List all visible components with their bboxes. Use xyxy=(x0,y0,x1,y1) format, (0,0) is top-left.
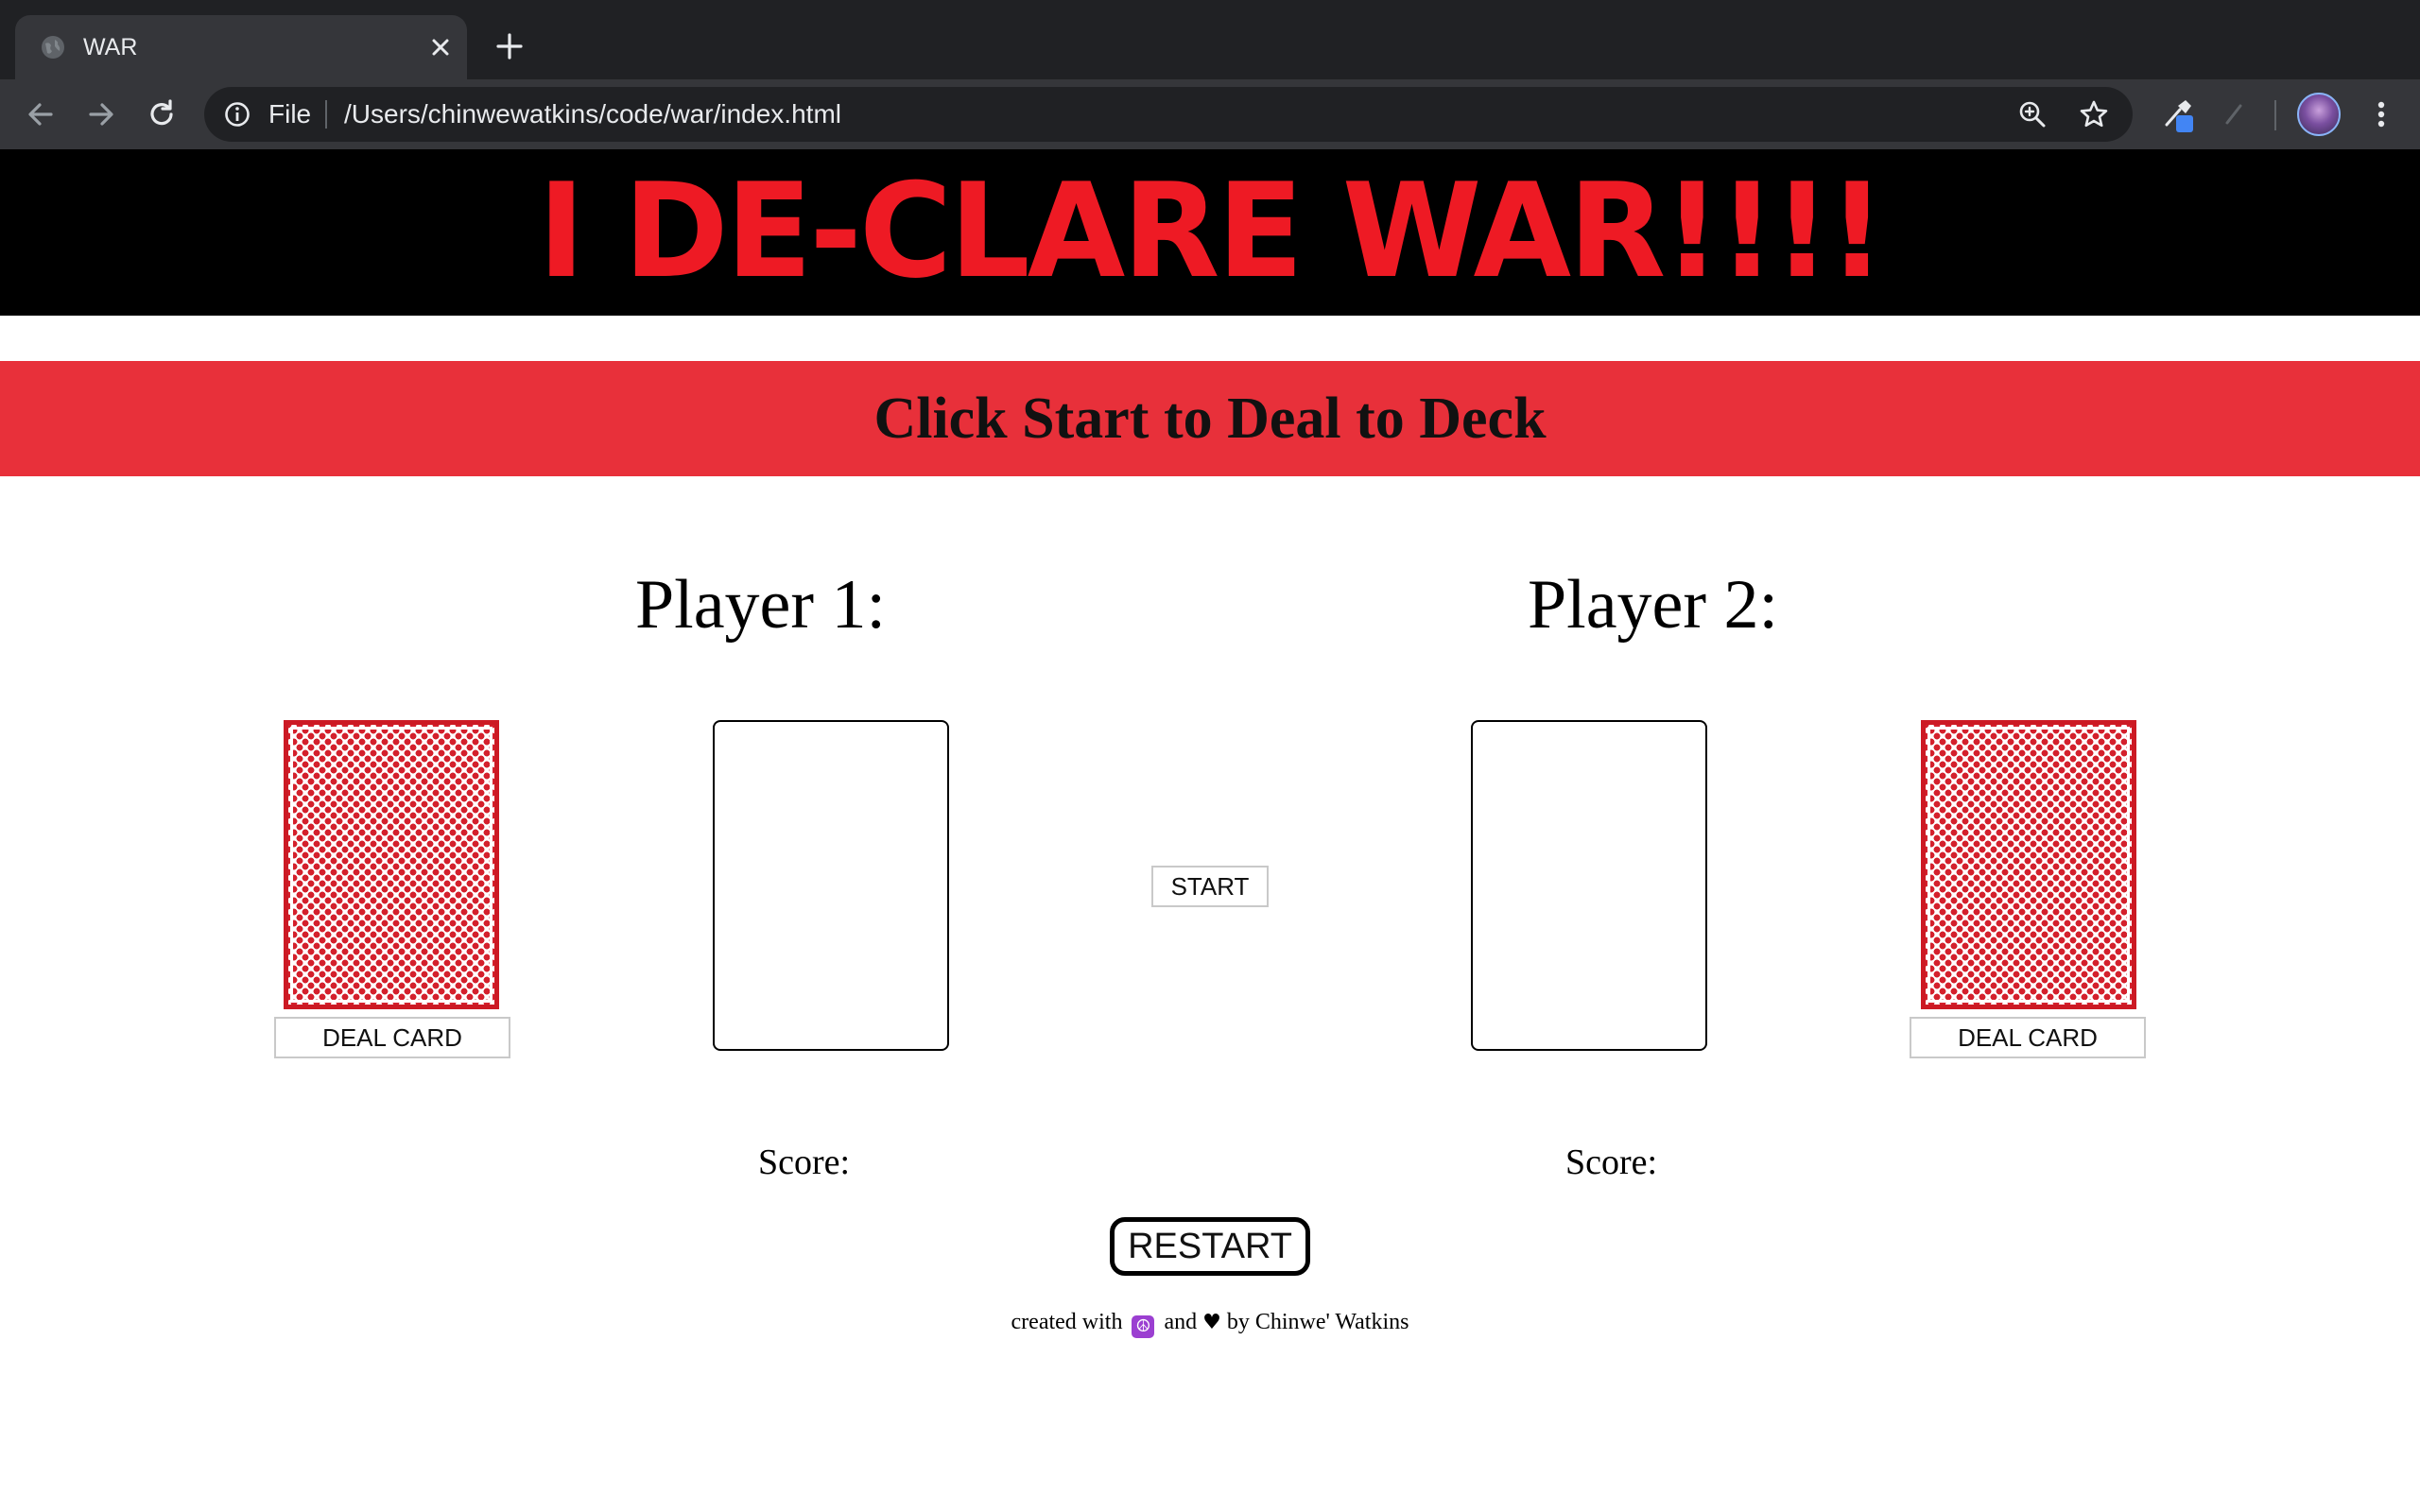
reload-icon[interactable] xyxy=(144,96,180,132)
avatar[interactable] xyxy=(2297,93,2341,136)
star-icon[interactable] xyxy=(2078,98,2110,130)
player1-deal-card-button[interactable]: DEAL CARD xyxy=(274,1017,510,1058)
browser-tab-bar: WAR xyxy=(0,0,2420,79)
player2-deal-card-button[interactable]: DEAL CARD xyxy=(1910,1017,2146,1058)
address-bar[interactable]: File /Users/chinwewatkins/code/war/index… xyxy=(204,87,2133,142)
plus-icon[interactable] xyxy=(493,30,526,62)
player2-card-slot xyxy=(1471,720,1707,1051)
browser-toolbar: File /Users/chinwewatkins/code/war/index… xyxy=(0,79,2420,149)
heart-icon: ♥ xyxy=(1202,1311,1221,1334)
player1-card-slot xyxy=(713,720,949,1051)
zoom-icon[interactable] xyxy=(2017,99,2048,129)
status-bar: Click Start to Deal to Deck xyxy=(0,361,2420,476)
menu-dots-icon[interactable] xyxy=(2363,96,2399,132)
player1-score: Score: xyxy=(758,1143,851,1182)
footer-created-with: created with xyxy=(1011,1310,1123,1334)
player2-title: Player 2: xyxy=(1528,566,1779,644)
footer-credit: created with ☮ and ♥ by Chinwe' Watkins xyxy=(0,1308,2420,1338)
omnibox-divider xyxy=(325,100,327,129)
player1-deck[interactable] xyxy=(284,720,499,1009)
title-banner: I DE-CLARE WAR!!!! xyxy=(0,149,2420,316)
forward-arrow-icon[interactable] xyxy=(83,96,119,132)
footer-and: and xyxy=(1164,1310,1198,1334)
browser-tab-war[interactable]: WAR xyxy=(15,15,467,79)
back-arrow-icon[interactable] xyxy=(23,96,59,132)
url-text[interactable]: /Users/chinwewatkins/code/war/index.html xyxy=(344,98,841,130)
player2-score: Score: xyxy=(1565,1143,1658,1182)
page-title: I DE-CLARE WAR!!!! xyxy=(537,155,1886,307)
puzzle-icon[interactable] xyxy=(2218,98,2250,130)
toolbar-divider xyxy=(2274,100,2276,130)
status-message: Click Start to Deal to Deck xyxy=(873,387,1547,451)
restart-button[interactable]: RESTART xyxy=(1110,1217,1310,1276)
start-button[interactable]: START xyxy=(1151,866,1269,907)
url-scheme-label: File xyxy=(268,99,312,129)
player1-title: Player 1: xyxy=(635,566,887,644)
player2-deck[interactable] xyxy=(1921,720,2136,1009)
info-icon[interactable] xyxy=(223,100,251,129)
tab-title: WAR xyxy=(83,34,138,60)
footer-author: by Chinwe' Watkins xyxy=(1226,1310,1409,1334)
eyedropper-icon[interactable] xyxy=(2159,96,2197,134)
peace-icon: ☮ xyxy=(1132,1315,1155,1338)
page-content: I DE-CLARE WAR!!!! Click Start to Deal t… xyxy=(0,149,2420,1512)
close-icon[interactable] xyxy=(425,32,456,62)
globe-icon xyxy=(42,36,64,59)
